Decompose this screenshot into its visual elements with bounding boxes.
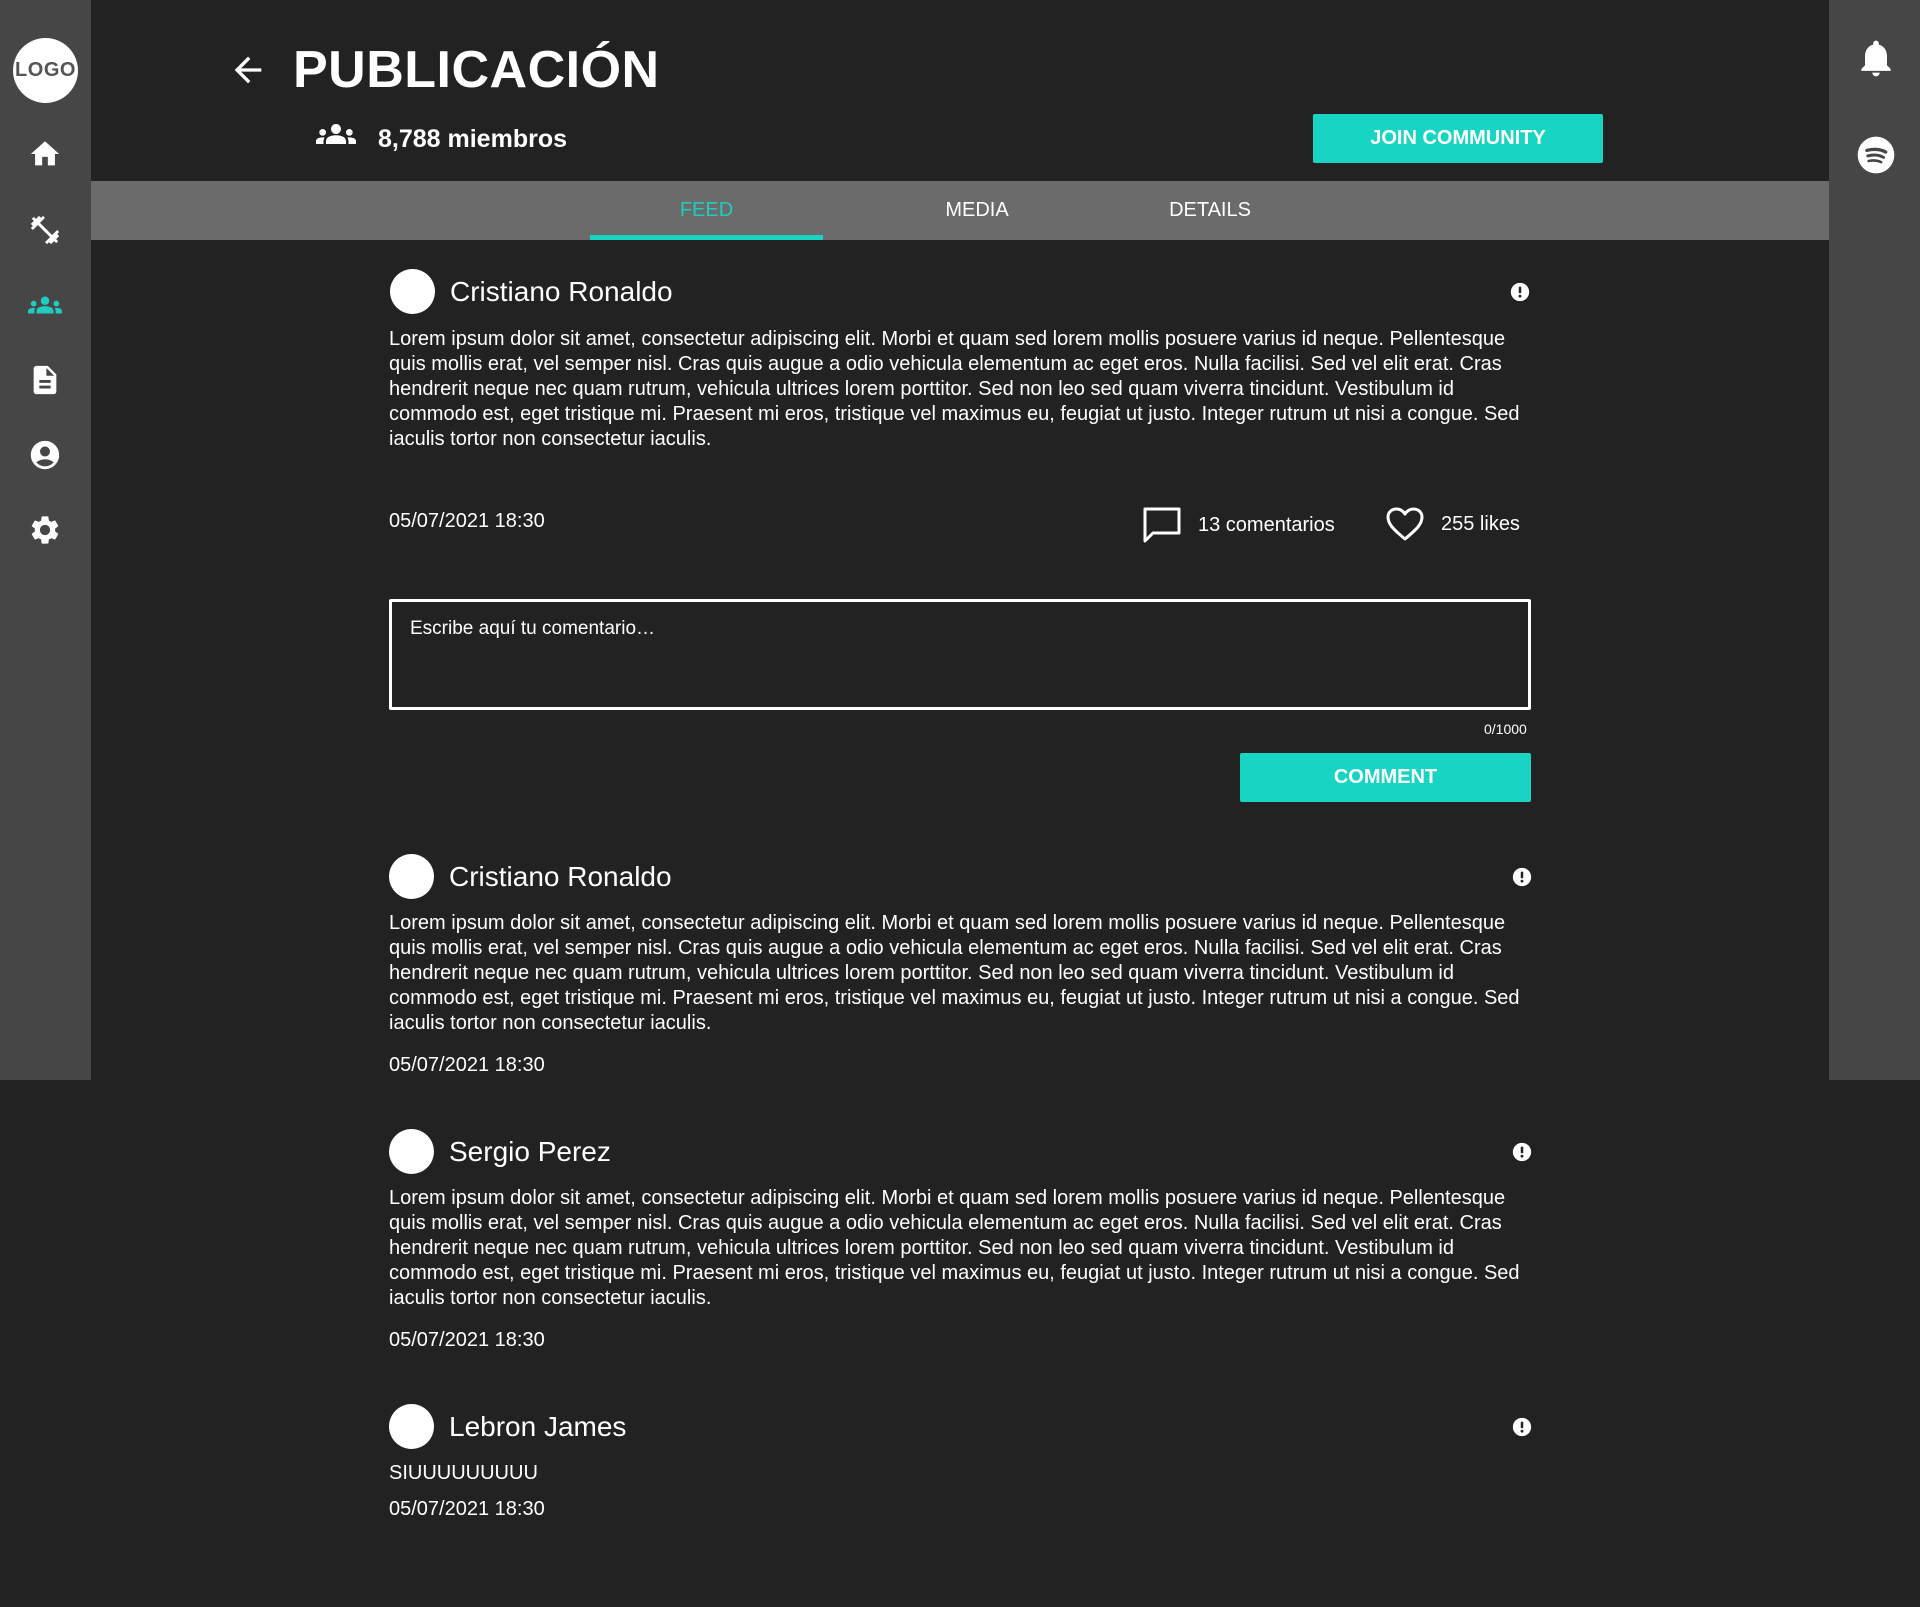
community-icon xyxy=(28,296,62,314)
logo[interactable]: LOGO xyxy=(13,38,78,103)
join-community-button[interactable]: JOIN COMMUNITY xyxy=(1313,114,1603,163)
comment-header: Lebron James xyxy=(389,1404,626,1449)
alert-icon xyxy=(1512,1142,1532,1162)
left-sidebar: LOGO xyxy=(0,0,91,1080)
avatar[interactable] xyxy=(389,1129,434,1174)
page: LOGO PUBLICACIÓN 8,788 miembros JOIN COM… xyxy=(0,0,1920,1607)
nav-community[interactable] xyxy=(25,285,65,325)
spotify-button[interactable] xyxy=(1854,133,1898,177)
report-button[interactable] xyxy=(1510,282,1530,302)
comment-header: Cristiano Ronaldo xyxy=(389,854,672,899)
post-date: 05/07/2021 18:30 xyxy=(389,510,545,532)
article-icon xyxy=(33,365,57,395)
comment-date: 05/07/2021 18:30 xyxy=(389,1054,545,1076)
nav-home[interactable] xyxy=(25,134,65,174)
post-author[interactable]: Cristiano Ronaldo xyxy=(450,275,673,309)
comments-label: 13 comentarios xyxy=(1198,513,1335,536)
likes-label: 255 likes xyxy=(1441,512,1520,535)
arrow-back-icon xyxy=(234,56,262,84)
tab-feed[interactable]: FEED xyxy=(590,181,823,240)
comments-count[interactable]: 13 comentarios xyxy=(1142,506,1335,544)
char-counter: 0/1000 xyxy=(1484,721,1527,737)
avatar[interactable] xyxy=(389,1404,434,1449)
report-button[interactable] xyxy=(1512,1417,1532,1437)
page-title: PUBLICACIÓN xyxy=(293,41,660,99)
comment-date: 05/07/2021 18:30 xyxy=(389,1498,545,1520)
nav-articles[interactable] xyxy=(25,360,65,400)
comment-body: Lorem ipsum dolor sit amet, consectetur … xyxy=(389,912,1520,1034)
comment-submit-button[interactable]: COMMENT xyxy=(1240,753,1531,802)
settings-icon xyxy=(31,516,59,544)
comment-author[interactable]: Lebron James xyxy=(449,1410,626,1444)
bell-icon xyxy=(1861,40,1891,77)
notifications-button[interactable] xyxy=(1854,36,1898,80)
comment-body: SIUUUUUUUUU xyxy=(389,1462,538,1484)
account-icon xyxy=(30,440,60,470)
comment-body: Lorem ipsum dolor sit amet, consectetur … xyxy=(389,1187,1520,1309)
avatar[interactable] xyxy=(390,269,435,314)
comment-date: 05/07/2021 18:30 xyxy=(389,1329,545,1351)
comment-author[interactable]: Cristiano Ronaldo xyxy=(449,860,672,894)
active-tab-indicator xyxy=(590,235,823,240)
fitness-icon xyxy=(30,215,60,245)
comment-input[interactable]: Escribe aquí tu comentario… xyxy=(389,599,1531,710)
members-icon xyxy=(316,124,356,154)
avatar[interactable] xyxy=(389,854,434,899)
home-icon xyxy=(30,141,60,166)
tab-details[interactable]: DETAILS xyxy=(1140,181,1280,240)
right-sidebar xyxy=(1829,0,1920,1080)
alert-icon xyxy=(1512,1417,1532,1437)
report-button[interactable] xyxy=(1512,1142,1532,1162)
back-button[interactable] xyxy=(228,50,268,90)
main-post-header: Cristiano Ronaldo xyxy=(390,269,673,314)
alert-icon xyxy=(1512,867,1532,887)
spotify-icon xyxy=(1857,136,1895,174)
nav-account[interactable] xyxy=(25,435,65,475)
tab-media[interactable]: MEDIA xyxy=(917,181,1037,240)
nav-fitness[interactable] xyxy=(25,210,65,250)
comment-header: Sergio Perez xyxy=(389,1129,611,1174)
post-body: Lorem ipsum dolor sit amet, consectetur … xyxy=(389,328,1520,450)
comment-icon xyxy=(1143,507,1181,543)
tabs-bar: FEED MEDIA DETAILS xyxy=(91,181,1829,240)
comment-placeholder: Escribe aquí tu comentario… xyxy=(410,618,656,639)
heart-icon xyxy=(1386,507,1424,541)
comment-author[interactable]: Sergio Perez xyxy=(449,1135,611,1169)
alert-icon xyxy=(1510,282,1530,302)
nav-settings[interactable] xyxy=(25,510,65,550)
members-count: 8,788 miembros xyxy=(378,125,567,153)
report-button[interactable] xyxy=(1512,867,1532,887)
likes-count[interactable]: 255 likes xyxy=(1385,506,1520,542)
